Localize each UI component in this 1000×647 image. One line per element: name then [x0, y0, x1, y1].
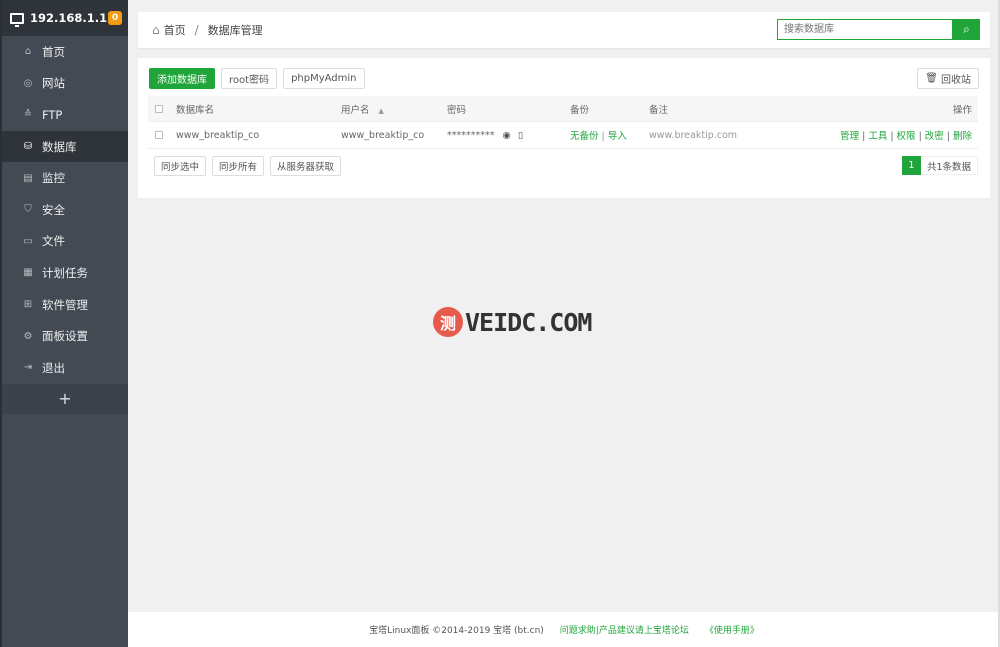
toolbar: 添加数据库 root密码 phpMyAdmin [149, 68, 365, 89]
sidebar-item-settings[interactable]: ⚙ 面板设置 [2, 320, 128, 352]
change-password-link[interactable]: 改密 [925, 131, 944, 142]
recycle-bin-button[interactable]: 🗑 回收站 [917, 68, 979, 89]
copy-icon[interactable]: ▯ [518, 130, 523, 141]
add-shortcut-button[interactable]: + [2, 383, 128, 414]
sidebar-item-home[interactable]: ⌂ 首页 [2, 36, 128, 68]
page-1-button[interactable]: 1 [901, 156, 921, 175]
eye-icon[interactable]: ◉ [503, 130, 511, 141]
watermark-logo: 测 VEIDC.COM [433, 307, 592, 337]
shield-icon: ⛉ [24, 204, 32, 216]
row-checkbox[interactable] [155, 131, 163, 139]
header-backup: 备份 [570, 104, 590, 116]
sidebar-item-ftp[interactable]: ≙ FTP [2, 99, 128, 131]
table-header: 数据库名 用户名 ▲ 密码 备份 备注 操作 [148, 96, 978, 122]
breadcrumb-bar: ⌂ 首页 / 数据库管理 ⌕ [138, 12, 990, 48]
apps-icon: ⊞ [23, 299, 33, 311]
header-ops: 操作 [952, 104, 972, 116]
settings-icon: ⚙ [23, 330, 33, 342]
globe-icon: ◎ [23, 77, 33, 89]
sync-buttons: 同步选中 同步所有 从服务器获取 [154, 156, 342, 176]
sidebar-item-logout[interactable]: ⇥ 退出 [2, 352, 128, 384]
sidebar-item-monitor[interactable]: ▤ 监控 [2, 162, 128, 194]
monitor-icon [10, 12, 24, 27]
home-icon: ⌂ [152, 23, 160, 37]
import-link[interactable]: 导入 [608, 131, 627, 142]
watermark-badge: 测 [433, 307, 463, 337]
cell-backup: 无备份 | 导入 [570, 131, 627, 142]
search-button[interactable]: ⌕ [953, 19, 980, 40]
sync-all-button[interactable]: 同步所有 [212, 156, 265, 176]
sidebar-menu: ⌂ 首页 ◎ 网站 ≙ FTP ⛁ 数据库 ▤ 监控 ⛉ 安全 ▭ 文件 ▦ 计划任务 ⊞ 软件管… [2, 36, 128, 384]
delete-link[interactable]: 删除 [953, 131, 972, 142]
home-icon: ⌂ [24, 46, 32, 58]
permission-link[interactable]: 权限 [897, 131, 916, 142]
sync-selected-button[interactable]: 同步选中 [154, 156, 207, 176]
manual-link[interactable]: 《使用手册》 [705, 623, 759, 636]
cell-db-name: www_breaktip_co [176, 129, 260, 141]
add-database-button[interactable]: 添加数据库 [149, 68, 215, 89]
header-name: 数据库名 [176, 104, 215, 116]
database-panel: 添加数据库 root密码 phpMyAdmin 🗑 回收站 数据库名 用户名 ▲… [138, 58, 990, 198]
folder-icon: ▭ [23, 235, 33, 247]
breadcrumb-separator: / [194, 23, 199, 37]
tools-link[interactable]: 工具 [868, 131, 887, 142]
search-icon: ⌕ [963, 22, 970, 36]
header-username[interactable]: 用户名 ▲ [341, 102, 384, 116]
sidebar-item-software[interactable]: ⊞ 软件管理 [2, 289, 128, 321]
notification-badge[interactable]: 0 [108, 11, 122, 25]
server-header[interactable]: 192.168.1.1 0 [2, 0, 128, 36]
backup-link[interactable]: 无备份 [570, 131, 599, 142]
copyright-text: 宝塔Linux面板 ©2014-2019 宝塔 (bt.cn) [369, 626, 544, 636]
search-box: ⌕ [777, 19, 980, 40]
header-note: 备注 [649, 104, 669, 116]
table-row: www_breaktip_co www_breaktip_co ********… [148, 122, 978, 149]
cell-ops: 管理 | 工具 | 权限 | 改密 | 删除 [840, 131, 972, 142]
forum-link[interactable]: 问题求助|产品建议请上宝塔论坛 [560, 623, 689, 636]
watermark-text: VEIDC.COM [465, 307, 592, 337]
breadcrumb-current: 数据库管理 [207, 24, 263, 37]
logout-icon: ⇥ [23, 362, 33, 374]
root-password-button[interactable]: root密码 [221, 68, 278, 89]
sidebar: 192.168.1.1 0 ⌂ 首页 ◎ 网站 ≙ FTP ⛁ 数据库 ▤ 监控 ⛉ 安全 … [0, 0, 128, 647]
sidebar-item-database[interactable]: ⛁ 数据库 [2, 130, 128, 163]
sidebar-item-files[interactable]: ▭ 文件 [2, 226, 128, 258]
cell-note[interactable]: www.breaktip.com [649, 130, 737, 141]
total-count: 共1条数据 [920, 156, 978, 175]
footer: 宝塔Linux面板 ©2014-2019 宝塔 (bt.cn) 问题求助|产品建… [128, 612, 1000, 647]
breadcrumb-home[interactable]: 首页 [164, 22, 186, 38]
trash-icon: 🗑 [925, 73, 938, 84]
sidebar-item-security[interactable]: ⛉ 安全 [2, 194, 128, 226]
header-password: 密码 [447, 104, 467, 116]
database-table: 数据库名 用户名 ▲ 密码 备份 备注 操作 www_breaktip_co w… [148, 96, 978, 149]
server-ip: 192.168.1.1 [30, 11, 108, 25]
sort-icon: ▲ [378, 106, 384, 115]
pagination: 1 共1条数据 [901, 156, 978, 175]
sidebar-item-cron[interactable]: ▦ 计划任务 [2, 257, 128, 289]
sidebar-item-website[interactable]: ◎ 网站 [2, 68, 128, 100]
select-all-checkbox[interactable] [155, 104, 163, 113]
ftp-icon: ≙ [23, 109, 33, 121]
monitor-icon: ▤ [23, 172, 33, 184]
cell-username: www_breaktip_co [341, 129, 425, 141]
main-area: ⌂ 首页 / 数据库管理 ⌕ 添加数据库 root密码 phpMyAdmin 🗑… [128, 0, 1000, 647]
calendar-icon: ▦ [23, 267, 33, 279]
cell-password: ********** ◉ ▯ [447, 129, 524, 141]
database-icon: ⛁ [23, 141, 33, 153]
manage-link[interactable]: 管理 [840, 131, 859, 142]
fetch-from-server-button[interactable]: 从服务器获取 [270, 156, 342, 176]
search-input[interactable] [777, 19, 953, 40]
phpmyadmin-button[interactable]: phpMyAdmin [283, 68, 365, 89]
